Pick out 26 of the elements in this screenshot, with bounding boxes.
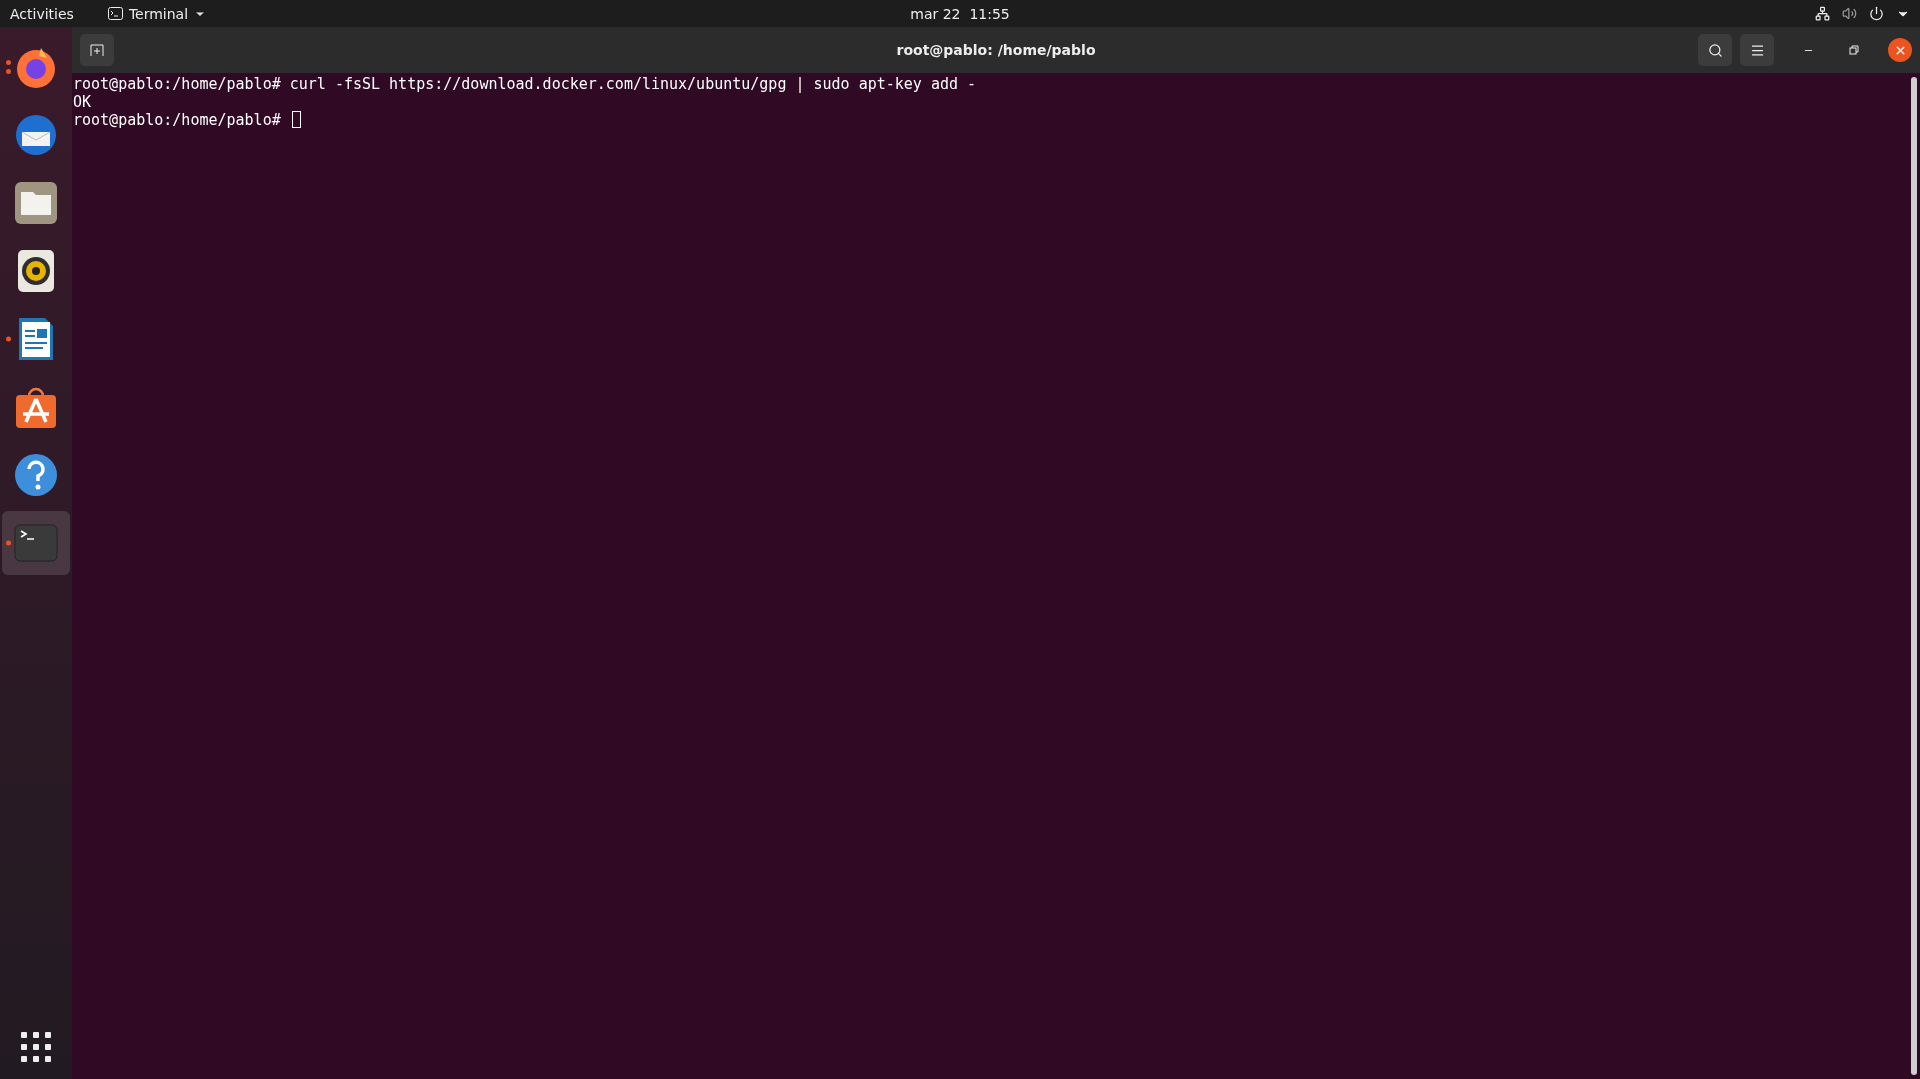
window-title: root@pablo: /home/pablo	[896, 42, 1096, 58]
network-icon[interactable]	[1815, 6, 1830, 21]
new-tab-icon	[90, 43, 104, 57]
folder-icon	[13, 180, 59, 226]
search-button[interactable]	[1698, 34, 1732, 66]
close-icon	[1893, 43, 1907, 57]
restore-icon	[1849, 45, 1859, 55]
new-tab-button[interactable]	[80, 34, 114, 66]
running-indicator	[6, 540, 11, 546]
terminal-icon	[107, 7, 123, 20]
activities-button[interactable]: Activities	[10, 5, 74, 22]
clock[interactable]: mar 22 11:55	[910, 5, 1010, 22]
power-icon[interactable]	[1869, 6, 1884, 21]
menu-button[interactable]	[1740, 34, 1774, 66]
terminal-line: OK	[73, 93, 92, 111]
running-indicator	[6, 336, 11, 342]
app-menu[interactable]: Terminal	[128, 5, 189, 22]
terminal-line: root@pablo:/home/pablo#	[73, 111, 282, 129]
search-icon	[1707, 42, 1723, 58]
terminal-line: root@pablo:/home/pablo# curl -fsSL https://download.docker.com/linux/ubuntu/gpg | sudo apt-key add -	[73, 75, 977, 93]
menu-icon	[1749, 42, 1765, 58]
question-mark-icon	[13, 452, 59, 498]
speaker-icon[interactable]	[1842, 6, 1857, 21]
scrollbar[interactable]	[1911, 77, 1917, 1075]
close-button[interactable]	[1888, 38, 1912, 62]
app-grid-icon[interactable]	[20, 1031, 52, 1063]
